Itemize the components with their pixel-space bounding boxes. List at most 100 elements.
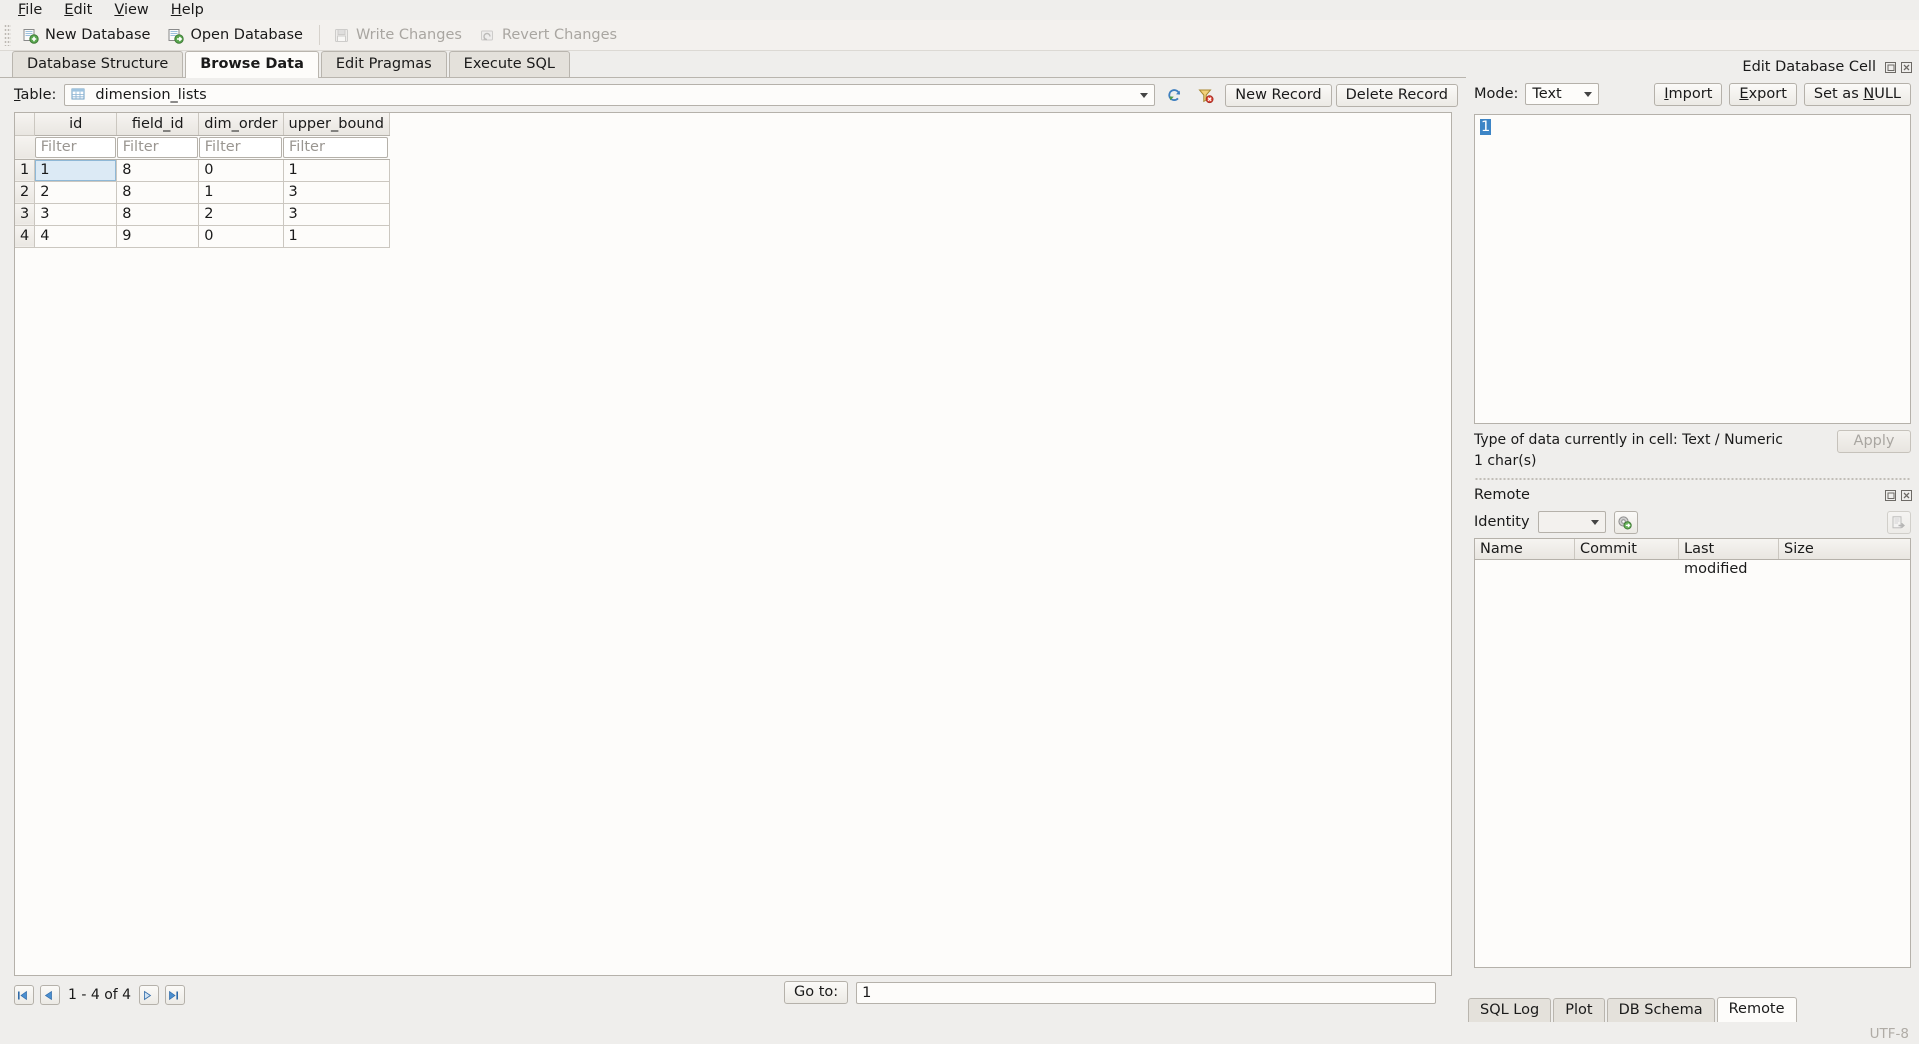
filter-cell-id[interactable]: Filter (34, 135, 117, 160)
menu-bar: File Edit View Help (0, 0, 1919, 20)
tab-edit-pragmas[interactable]: Edit Pragmas (320, 51, 447, 77)
first-page-button[interactable] (14, 985, 34, 1005)
cell-upper_bound[interactable]: 3 (283, 181, 390, 204)
cell-dim_order[interactable]: 1 (198, 181, 284, 204)
filter-input-id[interactable]: Filter (34, 136, 116, 158)
dock-splitter[interactable] (1474, 475, 1911, 482)
filter-input-upper_bound[interactable]: Filter (283, 136, 389, 158)
cell-upper_bound[interactable]: 1 (283, 225, 390, 248)
cell-editor[interactable]: 1 (1474, 114, 1911, 424)
refresh-button[interactable] (1163, 84, 1186, 107)
export-button[interactable]: Export (1729, 82, 1797, 106)
filter-cell-upper_bound[interactable]: Filter (283, 135, 390, 160)
remote-panel-title-bar: Remote (1466, 484, 1919, 506)
selected-table-name: dimension_lists (95, 87, 207, 103)
menu-view[interactable]: View (104, 0, 158, 20)
remote-column-last-modified[interactable]: Last modified (1679, 539, 1779, 577)
identity-label: Identity (1474, 514, 1530, 530)
data-grid[interactable]: id field_id dim_order upper_bound Filter… (14, 112, 1452, 976)
goto-input[interactable]: 1 (856, 981, 1437, 1004)
table-row[interactable]: 3 3 8 2 3 (15, 203, 390, 226)
table-label: Table: (14, 87, 57, 103)
remote-column-name[interactable]: Name (1475, 539, 1575, 559)
new-database-button[interactable]: New Database (15, 23, 160, 48)
goto-button[interactable]: Go to: (784, 981, 849, 1004)
open-database-button[interactable]: Open Database (160, 23, 313, 48)
tab-database-structure[interactable]: Database Structure (12, 51, 184, 77)
cell-dim_order[interactable]: 0 (198, 225, 284, 248)
cell-field_id[interactable]: 8 (116, 203, 200, 226)
cell-upper_bound[interactable]: 1 (283, 159, 390, 182)
new-record-button[interactable]: New Record (1225, 83, 1332, 107)
previous-page-button[interactable] (40, 985, 60, 1005)
encoding-label: UTF-8 (1869, 1026, 1909, 1042)
delete-record-button[interactable]: Delete Record (1335, 83, 1458, 107)
cell-upper_bound[interactable]: 3 (283, 203, 390, 226)
row-header[interactable]: 1 (15, 159, 36, 182)
close-dock-icon[interactable] (1900, 61, 1913, 74)
toolbar-grip[interactable] (4, 24, 11, 46)
float-dock-icon[interactable] (1884, 61, 1897, 74)
filter-cell-dim_order[interactable]: Filter (198, 135, 284, 160)
row-header[interactable]: 3 (15, 203, 36, 226)
table-row[interactable]: 2 2 8 1 3 (15, 181, 390, 204)
table-select[interactable]: dimension_lists (64, 84, 1156, 106)
import-button[interactable]: Import (1654, 82, 1723, 106)
tab-execute-sql[interactable]: Execute SQL (448, 51, 570, 77)
cell-field_id[interactable]: 8 (116, 181, 200, 204)
write-changes-button[interactable]: Write Changes (326, 23, 472, 48)
mode-select[interactable]: Text (1525, 83, 1600, 105)
remote-panel-title: Remote (1474, 487, 1530, 503)
row-header[interactable]: 4 (15, 225, 36, 248)
tab-remote[interactable]: Remote (1716, 997, 1797, 1022)
column-header-upper_bound[interactable]: upper_bound (283, 113, 390, 136)
set-as-null-button[interactable]: Set as NULL (1803, 82, 1911, 106)
cell-dim_order[interactable]: 0 (198, 159, 284, 182)
clear-filters-button[interactable] (1194, 84, 1217, 107)
remote-column-commit[interactable]: Commit (1575, 539, 1679, 559)
tab-db-schema[interactable]: DB Schema (1606, 998, 1715, 1022)
cell-type-line: Type of data currently in cell: Text / N… (1474, 432, 1784, 448)
row-header[interactable]: 2 (15, 181, 36, 204)
cell-dim_order[interactable]: 2 (198, 203, 284, 226)
cell-field_id[interactable]: 9 (116, 225, 200, 248)
cell-id[interactable]: 3 (34, 203, 118, 226)
cell-field_id[interactable]: 8 (116, 159, 200, 182)
float-dock-icon[interactable] (1884, 489, 1897, 502)
cell-id[interactable]: 4 (34, 225, 118, 248)
filter-input-field_id[interactable]: Filter (116, 136, 198, 158)
remote-file-list[interactable]: Name Commit Last modified Size (1474, 538, 1911, 968)
column-header-dim_order[interactable]: dim_order (198, 113, 284, 136)
menu-file[interactable]: File (8, 0, 52, 20)
push-to-remote-button[interactable] (1887, 510, 1911, 534)
tab-sql-log[interactable]: SQL Log (1468, 998, 1552, 1022)
column-header-field_id[interactable]: field_id (116, 113, 200, 136)
data-grid-table: id field_id dim_order upper_bound Filter… (15, 113, 390, 248)
apply-button[interactable]: Apply (1837, 430, 1911, 453)
remote-settings-button[interactable] (1613, 510, 1638, 534)
revert-changes-label: Revert Changes (501, 27, 618, 43)
record-range-label: 1 - 4 of 4 (68, 987, 132, 1003)
revert-changes-button[interactable]: Revert Changes (472, 23, 627, 48)
tab-plot[interactable]: Plot (1553, 998, 1605, 1022)
tab-browse-data[interactable]: Browse Data (185, 51, 319, 78)
table-row[interactable]: 4 4 9 0 1 (15, 225, 390, 248)
identity-select[interactable] (1537, 511, 1606, 533)
last-page-button[interactable] (165, 985, 186, 1005)
remote-column-size[interactable]: Size (1779, 539, 1910, 559)
cell-id[interactable]: 1 (34, 159, 118, 182)
table-row[interactable]: 1 1 8 0 1 (15, 159, 390, 182)
main-toolbar: New Database Open Database Write Changes… (0, 20, 1919, 51)
right-dock: Edit Database Cell Mode: Text Import Exp… (1466, 56, 1919, 1044)
filter-input-dim_order[interactable]: Filter (198, 136, 283, 158)
menu-edit[interactable]: Edit (54, 0, 102, 20)
cell-id[interactable]: 2 (34, 181, 118, 204)
filter-cell-field_id[interactable]: Filter (116, 135, 199, 160)
edit-cell-panel-title-bar: Edit Database Cell (1466, 56, 1919, 78)
grid-corner[interactable] (15, 113, 36, 136)
new-database-label: New Database (45, 27, 151, 43)
next-page-button[interactable] (139, 985, 160, 1005)
menu-help[interactable]: Help (161, 0, 214, 20)
close-dock-icon[interactable] (1900, 489, 1913, 502)
column-header-id[interactable]: id (34, 113, 118, 136)
